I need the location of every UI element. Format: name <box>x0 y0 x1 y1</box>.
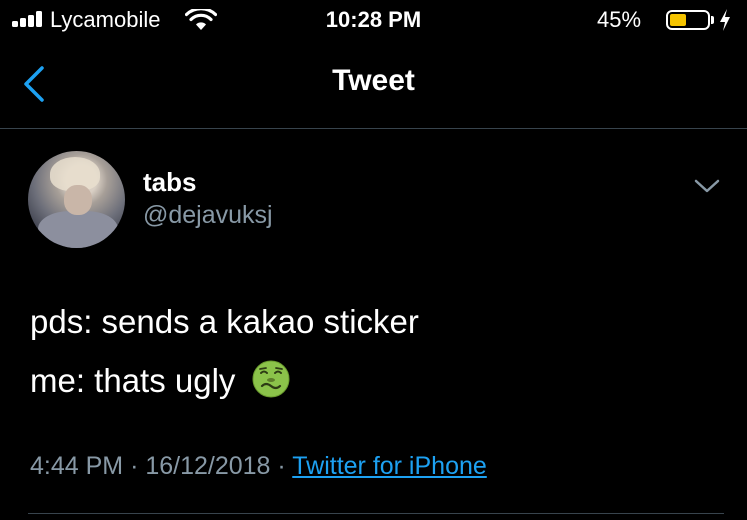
divider <box>28 513 724 514</box>
meta-separator-2: · <box>277 452 286 480</box>
page-title: Tweet <box>332 64 415 97</box>
battery-nub <box>711 16 714 24</box>
tweet-text-line-1: pds: sends a kakao sticker <box>30 303 419 340</box>
tweet-meta: 4:44 PM · 16/12/2018 · Twitter for iPhon… <box>30 452 487 481</box>
tweet-text-line-2: me: thats ugly <box>30 360 291 403</box>
battery-percent: 45% <box>597 7 642 32</box>
battery-icon <box>666 10 710 30</box>
tweet-date: 16/12/2018 <box>145 452 271 480</box>
charging-bolt-icon <box>720 9 730 31</box>
tweet-time: 4:44 PM <box>30 452 124 480</box>
navigation-bar: Tweet <box>0 40 747 129</box>
tweet-source-link[interactable]: Twitter for iPhone <box>292 452 487 480</box>
nauseated-face-emoji <box>252 360 290 398</box>
status-bar: Lycamobile 10:28 PM 45% <box>0 0 747 40</box>
display-name[interactable]: tabs <box>143 167 196 198</box>
chevron-down-icon[interactable] <box>693 177 721 195</box>
avatar[interactable] <box>28 151 125 248</box>
battery-fill <box>670 14 687 26</box>
tweet-text-line-2-text: me: thats ugly <box>30 362 236 399</box>
meta-separator-1: · <box>130 452 139 480</box>
user-handle[interactable]: @dejavuksj <box>143 201 273 230</box>
